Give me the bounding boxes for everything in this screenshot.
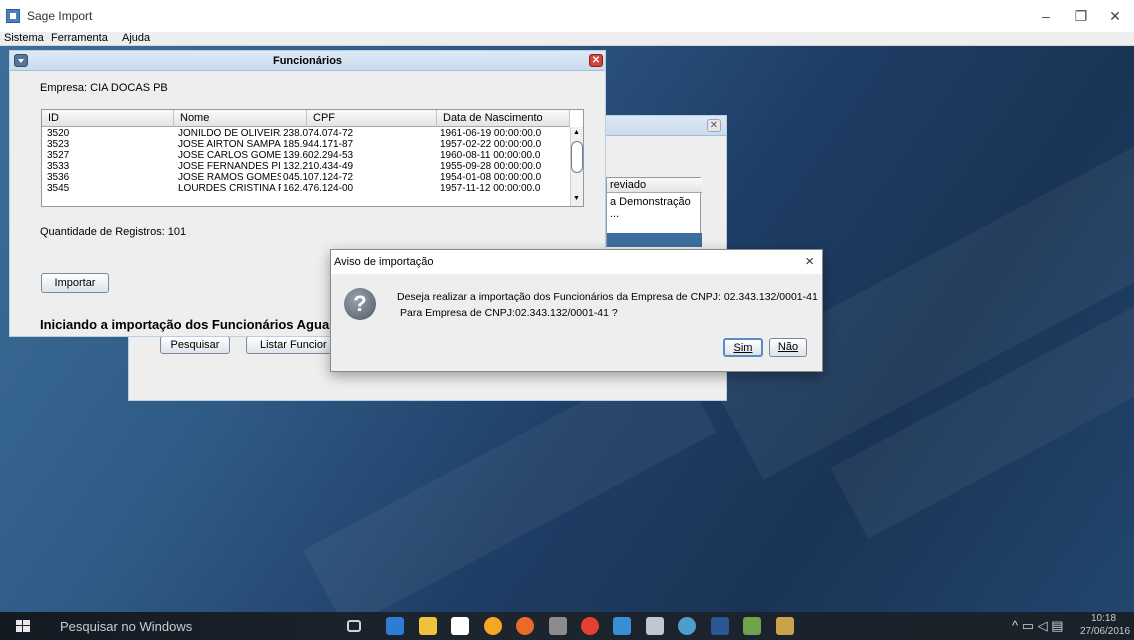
background-table-cell: a Demonstração ... bbox=[610, 196, 691, 220]
system-tray-icons[interactable]: ^ ▭ ◁ ▤ bbox=[1012, 618, 1064, 634]
dialog-title-bar: Aviso de importação × bbox=[331, 250, 822, 274]
table-row[interactable]: 3527 JOSE CARLOS GOMES F...139.602.294-53… bbox=[42, 150, 570, 161]
cell-data-nascimento: 1954-01-08 00:00:00.0 bbox=[440, 172, 542, 183]
edge-browser-icon[interactable] bbox=[386, 617, 404, 635]
menu-sistema[interactable]: Sistema bbox=[4, 32, 44, 45]
table-header: ID Nome CPF Data de Nascimento bbox=[42, 110, 570, 127]
dialog-title: Aviso de importação bbox=[334, 256, 434, 268]
table-row[interactable]: 3545 LOURDES CRISTINA P. ...162.476.124-0… bbox=[42, 183, 570, 194]
cell-data-nascimento: 1961-06-19 00:00:00.0 bbox=[440, 128, 542, 139]
cell-nome: LOURDES CRISTINA P. ... bbox=[178, 183, 281, 194]
cell-nome: JONILDO DE OLIVEIRA ... bbox=[178, 128, 281, 139]
picasa-icon[interactable] bbox=[484, 617, 502, 635]
dialog-message-line2: Para Empresa de CNPJ:02.343.132/0001-41 … bbox=[400, 307, 618, 319]
windows-start-icon[interactable] bbox=[16, 620, 30, 632]
close-window-button[interactable]: ✕ bbox=[1100, 6, 1130, 26]
cell-id: 3523 bbox=[47, 139, 70, 150]
clock-date[interactable]: 27/06/2016 bbox=[1080, 626, 1130, 637]
background-table-selected-row bbox=[607, 233, 702, 247]
eclipse-icon[interactable] bbox=[678, 617, 696, 635]
task-view-icon[interactable] bbox=[347, 620, 361, 632]
cell-id: 3527 bbox=[47, 150, 70, 161]
minimize-button[interactable]: – bbox=[1031, 6, 1061, 26]
cell-cpf: 162.476.124-00 bbox=[283, 183, 354, 194]
background-table-header: reviado bbox=[607, 178, 702, 193]
firefox-icon[interactable] bbox=[516, 617, 534, 635]
table-row[interactable]: 3533 JOSE FERNANDES PINTO132.210.434-49 19… bbox=[42, 161, 570, 172]
app-icon-grey[interactable] bbox=[549, 617, 567, 635]
dialog-message-line1: Deseja realizar a importação dos Funcion… bbox=[397, 291, 818, 303]
maximize-button[interactable]: ❐ bbox=[1066, 6, 1096, 26]
cell-nome: JOSE AIRTON SAMPAIO bbox=[178, 139, 281, 150]
windows-taskbar: Pesquisar no Windows ^ ▭ ◁ ▤ 10:18 27/06… bbox=[0, 612, 1134, 640]
empresa-label: Empresa: CIA DOCAS PB bbox=[40, 82, 168, 94]
clock-time[interactable]: 10:18 bbox=[1091, 613, 1116, 624]
github-icon[interactable] bbox=[646, 617, 664, 635]
table-vertical-scrollbar[interactable]: ▲ ▼ bbox=[570, 127, 583, 206]
funcionarios-frame-close-button[interactable]: ✕ bbox=[589, 54, 603, 67]
background-frame-close-button[interactable]: ✕ bbox=[707, 119, 721, 132]
app-title-bar: Sage Import – ❐ ✕ bbox=[0, 0, 1134, 32]
funcionarios-frame-title: Funcionários bbox=[272, 55, 343, 67]
cell-cpf: 132.210.434-49 bbox=[283, 161, 354, 172]
cell-nome: JOSE FERNANDES PINTO bbox=[178, 161, 281, 172]
menu-bar: Sistema Ferramenta Ajuda bbox=[0, 32, 1134, 46]
scroll-thumb[interactable] bbox=[571, 141, 583, 173]
column-header-cpf[interactable]: CPF bbox=[307, 110, 437, 127]
file-explorer-icon[interactable] bbox=[419, 617, 437, 635]
importar-button[interactable]: Importar bbox=[41, 273, 109, 293]
cell-data-nascimento: 1957-02-22 00:00:00.0 bbox=[440, 139, 542, 150]
column-header-id[interactable]: ID bbox=[42, 110, 174, 127]
java-app-icon bbox=[6, 9, 20, 23]
status-message: Iniciando a importação dos Funcionários … bbox=[40, 317, 357, 332]
store-icon[interactable] bbox=[451, 617, 469, 635]
menu-ajuda[interactable]: Ajuda bbox=[122, 32, 150, 45]
column-header-data-nascimento[interactable]: Data de Nascimento bbox=[437, 110, 570, 127]
cell-id: 3520 bbox=[47, 128, 70, 139]
cell-data-nascimento: 1960-08-11 00:00:00.0 bbox=[440, 150, 541, 161]
table-row[interactable]: 3523 JOSE AIRTON SAMPAIO 185.944.171-87 195… bbox=[42, 139, 570, 150]
cell-cpf: 185.944.171-87 bbox=[283, 139, 354, 150]
scroll-down-icon[interactable]: ▼ bbox=[573, 195, 580, 202]
nao-button[interactable]: Não bbox=[769, 338, 807, 357]
taskbar-search-box[interactable]: Pesquisar no Windows bbox=[60, 619, 192, 634]
cell-nome: JOSÉ RAMOS GOMES VI... bbox=[178, 172, 281, 183]
quantidade-registros-label: Quantidade de Registros: 101 bbox=[40, 226, 187, 238]
funcionarios-frame-title-bar: Funcionários ✕ bbox=[10, 51, 605, 71]
scroll-up-icon[interactable]: ▲ bbox=[573, 129, 580, 136]
import-confirm-dialog: Aviso de importação × ? Deseja realizar … bbox=[330, 249, 823, 372]
cell-data-nascimento: 1955-09-28 00:00:00.0 bbox=[440, 161, 542, 172]
cell-cpf: 045.107.124-72 bbox=[283, 172, 354, 183]
cell-cpf: 238.074.074-72 bbox=[283, 128, 354, 139]
cell-id: 3545 bbox=[47, 183, 70, 194]
funcionarios-table[interactable]: ID Nome CPF Data de Nascimento 3520 JONIL… bbox=[41, 109, 584, 207]
cell-id: 3536 bbox=[47, 172, 70, 183]
virtualbox-icon[interactable] bbox=[613, 617, 631, 635]
column-header-nome[interactable]: Nome bbox=[174, 110, 307, 127]
project-icon[interactable] bbox=[743, 617, 761, 635]
menu-ferramenta[interactable]: Ferramenta bbox=[51, 32, 108, 45]
question-icon: ? bbox=[344, 288, 376, 320]
sim-button[interactable]: Sim bbox=[723, 338, 763, 357]
chrome-icon[interactable] bbox=[581, 617, 599, 635]
table-row[interactable]: 3520 JONILDO DE OLIVEIRA ...238.074.074-7… bbox=[42, 128, 570, 139]
app-title: Sage Import bbox=[27, 9, 93, 23]
table-row[interactable]: 3536 JOSÉ RAMOS GOMES VI...045.107.124-72… bbox=[42, 172, 570, 183]
cell-nome: JOSE CARLOS GOMES F... bbox=[178, 150, 281, 161]
pesquisar-button[interactable]: Pesquisar bbox=[160, 336, 230, 354]
java-taskbar-icon[interactable] bbox=[776, 617, 794, 635]
background-table: reviado a Demonstração ... bbox=[606, 177, 702, 247]
cell-id: 3533 bbox=[47, 161, 70, 172]
cell-cpf: 139.602.294-53 bbox=[283, 150, 354, 161]
dialog-close-icon[interactable]: × bbox=[805, 253, 814, 270]
word-icon[interactable] bbox=[711, 617, 729, 635]
cell-data-nascimento: 1957-11-12 00:00:00.0 bbox=[440, 183, 541, 194]
listar-funcionarios-button[interactable]: Listar Funcior bbox=[246, 336, 336, 354]
